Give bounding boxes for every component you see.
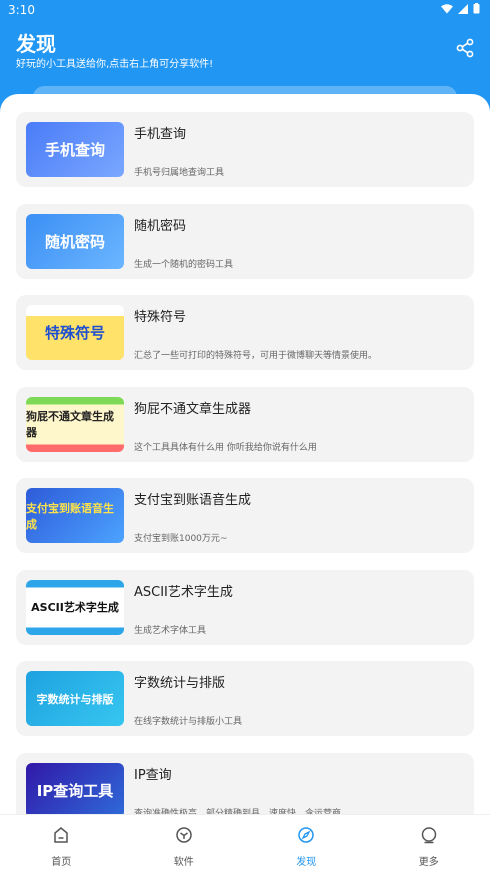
bottom-nav: 首页 软件 发现 更多 bbox=[0, 814, 490, 871]
tool-card[interactable]: 狗屁不通文章生成器 狗屁不通文章生成器 这个工具具体有什么用 你听我给你说有什么用 bbox=[16, 386, 474, 462]
nav-label: 发现 bbox=[296, 857, 317, 868]
nav-item-0[interactable]: 首页 bbox=[0, 815, 123, 871]
page-title: 发现 bbox=[16, 32, 56, 56]
home-icon bbox=[52, 826, 70, 853]
tool-card[interactable]: 特殊符号 特殊符号 汇总了一些可打印的特殊符号，可用于微博聊天等情景使用。 bbox=[16, 295, 474, 370]
tool-thumbnail: 字数统计与排版 bbox=[26, 671, 124, 726]
tool-title: IP查询 bbox=[134, 767, 172, 783]
tool-thumbnail: 狗屁不通文章生成器 bbox=[26, 396, 124, 452]
nav-label: 首页 bbox=[51, 857, 72, 868]
tool-card[interactable]: 随机密码 随机密码 生成一个随机的密码工具 bbox=[16, 203, 474, 279]
apps-icon bbox=[175, 826, 193, 853]
tool-description: 这个工具具体有什么用 你听我给你说有什么用 bbox=[134, 442, 317, 453]
tool-description: 生成一个随机的密码工具 bbox=[134, 259, 234, 270]
tool-title: 支付宝到账语音生成 bbox=[134, 493, 252, 508]
tool-description: 汇总了一些可打印的特殊符号，可用于微博聊天等情景使用。 bbox=[134, 351, 378, 361]
tool-card[interactable]: 支付宝到账语音生成 支付宝到账语音生成 支付宝到账1000万元~ bbox=[16, 478, 474, 553]
more-icon bbox=[420, 826, 438, 853]
page-subtitle: 好玩的小工具送给你,点击右上角可分享软件! bbox=[16, 59, 214, 70]
tool-card[interactable]: ASCII艺术字生成 ASCII艺术字生成 生成艺术字体工具 bbox=[16, 569, 474, 645]
tool-description: 在线字数统计与排版小工具 bbox=[134, 717, 243, 727]
tool-title: 手机查询 bbox=[134, 127, 187, 142]
tool-description: 手机号归属地查询工具 bbox=[134, 168, 225, 178]
status-time: 3:10 bbox=[8, 3, 35, 17]
nav-item-2[interactable]: 发现 bbox=[245, 815, 368, 871]
tool-thumbnail: 特殊符号 bbox=[26, 305, 124, 360]
tool-title: 随机密码 bbox=[134, 218, 187, 234]
tool-thumbnail: 手机查询 bbox=[26, 122, 124, 177]
compass-icon bbox=[297, 826, 315, 853]
nav-item-1[interactable]: 软件 bbox=[123, 815, 246, 871]
nav-item-3[interactable]: 更多 bbox=[368, 815, 490, 871]
tool-description: 支付宝到账1000万元~ bbox=[134, 534, 228, 544]
tool-title: 狗屁不通文章生成器 bbox=[134, 401, 252, 417]
tool-thumbnail: 随机密码 bbox=[26, 213, 124, 269]
status-bar: 3:10 bbox=[0, 0, 490, 22]
battery-icon bbox=[473, 3, 480, 14]
tool-card[interactable]: 字数统计与排版 字数统计与排版 在线字数统计与排版小工具 bbox=[16, 661, 474, 736]
wifi-icon bbox=[441, 3, 453, 13]
tool-list: 手机查询 手机查询 手机号归属地查询工具 随机密码 随机密码 生成一个随机的密码工具 特殊符… bbox=[16, 112, 474, 844]
tool-card[interactable]: 手机查询 手机查询 手机号归属地查询工具 bbox=[16, 112, 474, 187]
tool-title: 字数统计与排版 bbox=[134, 676, 226, 691]
status-icons bbox=[441, 3, 480, 14]
signal-icon bbox=[458, 3, 468, 14]
tool-thumbnail: IP查询工具 bbox=[26, 762, 124, 818]
tool-thumbnail: 支付宝到账语音生成 bbox=[26, 488, 124, 543]
tool-title: 特殊符号 bbox=[134, 310, 187, 325]
nav-label: 软件 bbox=[173, 857, 194, 868]
tool-title: ASCII艺术字生成 bbox=[134, 584, 233, 600]
share-icon[interactable] bbox=[455, 38, 475, 58]
nav-label: 更多 bbox=[418, 857, 439, 868]
tool-thumbnail: ASCII艺术字生成 bbox=[26, 579, 124, 635]
tool-description: 生成艺术字体工具 bbox=[134, 625, 207, 636]
